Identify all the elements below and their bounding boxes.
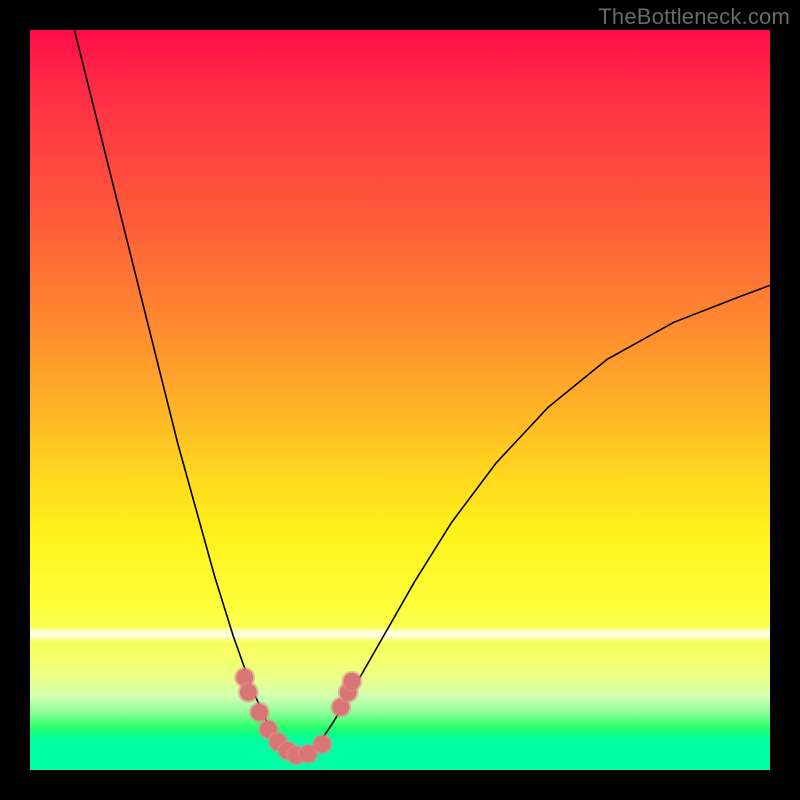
bottleneck-curve [74,30,770,757]
plot-area [30,30,770,770]
chart-frame: TheBottleneck.com [0,0,800,800]
marker-dot [343,673,360,690]
marker-dot [251,704,268,721]
curve-markers [234,667,362,766]
watermark-text: TheBottleneck.com [598,4,790,30]
chart-svg [30,30,770,770]
marker-dot [240,684,257,701]
marker-dot [314,736,331,753]
